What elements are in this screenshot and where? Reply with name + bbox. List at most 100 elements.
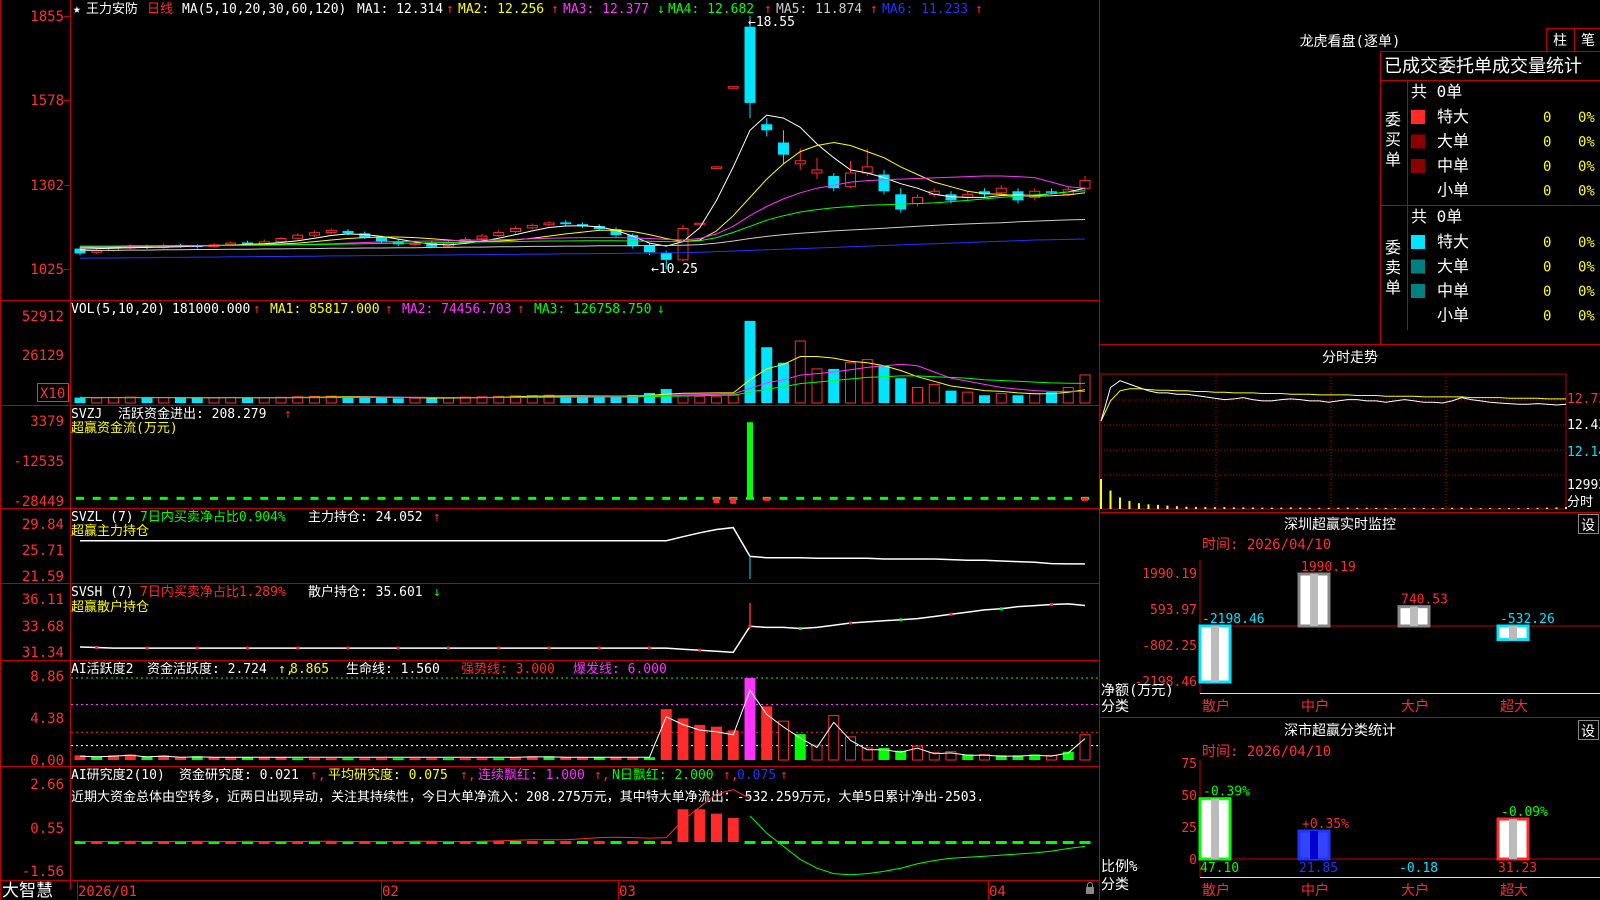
ss-left-label-1: 比例% [1101,859,1138,875]
ai2-green-line [749,815,1086,876]
volume-bar [711,396,722,404]
ai2-average: 平均研究度: 0.075 [328,767,448,783]
y-tick: 3379 [30,414,64,430]
ai2-bar [694,809,706,842]
svzj-bar [713,497,720,504]
ss-bar-shine [1211,798,1219,859]
volume-bar [74,397,86,403]
zero-marker [360,496,369,500]
ss-category: 超大 [1500,883,1528,899]
vol-ma1: MA1: 85817.000 [270,302,380,317]
svzj-bar [1082,497,1088,501]
zero-marker [645,496,654,500]
volume-bar [225,396,237,404]
ai2-bar [1046,840,1057,844]
fenshi-vol-max: 12993 [1567,478,1600,493]
zero-marker [997,496,1006,500]
sz-settings-label[interactable]: 设 [1581,518,1595,534]
zero-marker [1047,496,1056,500]
period-label[interactable]: 日线 [147,2,173,17]
lock-icon[interactable] [1086,882,1094,895]
zero-marker [662,496,671,500]
candle-body [493,231,505,236]
candle-body [778,142,789,155]
y-tick: 4.38 [30,711,64,727]
ai1-burstline: 爆发线: 6.000 [573,661,667,677]
zero-marker [628,496,637,500]
y-tick: 75 [1181,757,1197,772]
candle-body [811,169,823,174]
ai2-bar [727,818,739,842]
zero-marker [109,496,118,500]
svsh-dot [949,612,953,616]
ai2-bar [912,840,923,844]
svzl-line [80,526,1085,579]
sell-order-section: 共 0单 委 卖 单 特大 0 0% 大单 0 0% 中单 0 0% 小单 0 0% [1385,207,1595,325]
zero-marker [494,496,503,500]
row-count: 0 [1543,159,1551,175]
ai1-activity: 资金活跃度: 2.724 [147,661,267,677]
zero-marker [545,496,553,500]
vol-ma3: MA3: 126758.750 [534,302,651,317]
ai1-bar [309,758,320,761]
sz-monitor-bars: -2198.46 散户 1990.19 中户 740.53 大户 -532.26 超大 [1198,560,1600,715]
volume-bar [727,394,739,404]
ai2-bar [610,840,622,844]
y-tick: 29.84 [22,517,64,533]
ai2-research: 资金研究度: 0.021 [179,767,299,783]
min-price-marker: ←10.25 [651,262,698,277]
ai2-comment: 近期大资金总体由空转多，近两日出现异动，关注其持续性，今日大单净流入：208.2… [71,789,984,805]
y-tick: 1855 [30,9,64,25]
ss-bar-shine [1310,831,1318,859]
zero-marker [947,496,955,500]
zero-marker [779,496,788,500]
y-tick: 50 [1181,789,1197,804]
zero-marker [243,496,252,500]
volume-bar [443,397,454,404]
zero-marker [880,496,888,500]
buy-side-label-1: 委 [1385,110,1401,129]
ai2-arrow2: ↑, [460,768,476,783]
ai1-bars [71,677,1098,761]
zero-marker [260,496,269,500]
ai2-bar [945,840,957,844]
row-swatch [1411,110,1425,124]
fenshi-title: 分时走势 [1322,350,1378,366]
ai2-bar [744,840,756,844]
ai1-bar [426,758,438,761]
volume-bar [426,398,438,403]
volume-bar [1079,374,1091,404]
ss-value: 47.10 [1200,861,1239,876]
ai1-bar [376,758,387,761]
ai2-bar [510,840,521,844]
vol-unit[interactable]: X10 [40,386,65,402]
svsh-dot [849,621,852,625]
candle-body [275,238,287,243]
ai2-bar [878,840,890,844]
volume-bar [644,392,655,403]
bar-mode-button[interactable]: 柱 [1553,33,1567,49]
zero-marker [963,496,972,500]
main-header: ★ 王力安防 日线 MA(5,10,20,30,60,120) MA1: 12.… [73,1,983,17]
stock-name[interactable]: 王力安防 [86,1,138,17]
y-tick: 1025 [30,262,64,278]
tick-mode-button[interactable]: 笔 [1581,33,1595,49]
ss-value: 31.23 [1498,861,1537,876]
ss-settings-label[interactable]: 设 [1581,724,1595,740]
stock-chart-screen: ★ 王力安防 日线 MA(5,10,20,30,60,120) MA1: 12.… [0,0,1600,900]
ai2-value5: 0.075 [737,768,776,783]
ai2-bar [811,840,823,844]
svsh-holding: 散户持仓: 35.601 [308,584,423,600]
sz-bar-value: 740.53 [1401,593,1448,608]
ma6-arrow: ↑ [975,2,983,17]
ai1-bar [1079,734,1091,761]
favorite-star-icon[interactable]: ★ [73,2,81,17]
ai1-bar [392,758,404,761]
svsh-y-axis: 36.11 33.68 31.34 [22,592,64,661]
main-y-axis: 1855 1578 1302 1025 [30,9,64,278]
zero-marker [344,496,352,500]
row-label: 大单 [1437,132,1469,151]
volume-bar [409,397,421,404]
svzj-name: 超赢资金流(万元) [71,420,178,436]
volume-bar [1012,395,1024,403]
